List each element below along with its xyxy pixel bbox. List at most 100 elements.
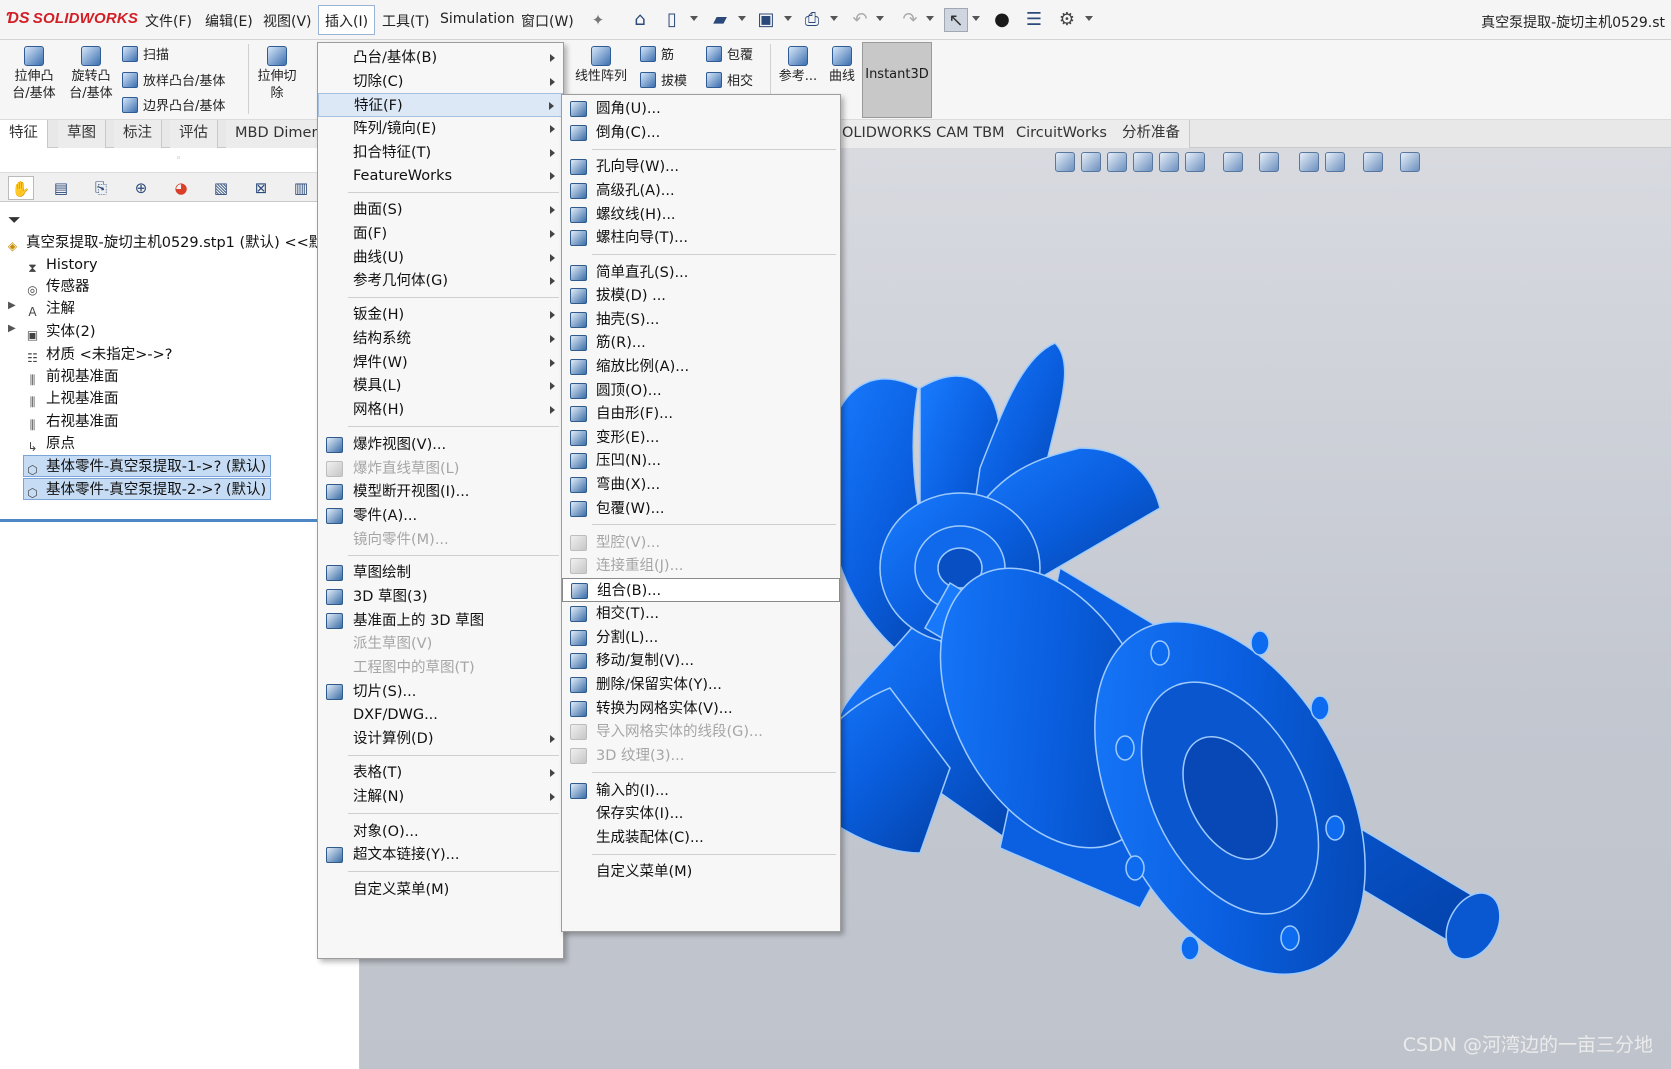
home-icon[interactable]: ⌂ xyxy=(628,8,652,32)
edit-appearance-icon[interactable] xyxy=(1299,152,1319,172)
insert-menu-item[interactable]: 参考几何体(G) xyxy=(318,269,563,293)
new-file-icon[interactable]: ▯ xyxy=(660,8,684,32)
feature-menu-item[interactable]: 螺纹线(H)... xyxy=(562,203,840,227)
redo-icon[interactable]: ↷ xyxy=(898,8,922,32)
insert-menu-item[interactable]: 焊件(W) xyxy=(318,351,563,375)
feature-menu-item[interactable]: 圆顶(O)... xyxy=(562,379,840,403)
feature-menu-item[interactable]: 拔模(D) ... xyxy=(562,284,840,308)
feature-menu-item[interactable]: 删除/保留实体(Y)... xyxy=(562,673,840,697)
pin-icon[interactable]: ✦ xyxy=(586,8,610,32)
insert-menu-item[interactable]: 设计算例(D) xyxy=(318,727,563,751)
tree-item-base-part-1[interactable]: ⬡ 基体零件-真空泵提取-1->? (默认) xyxy=(23,455,272,477)
extrude-cut-button[interactable]: 拉伸切 除 xyxy=(252,46,302,102)
menu-view[interactable]: 视图(V) xyxy=(263,11,312,31)
mbd-tab-icon[interactable]: ⊠ xyxy=(248,176,274,200)
tree-item-top-plane[interactable]: ⫼ 上视基准面 xyxy=(24,388,119,410)
insert-menu-item[interactable]: 工程图中的草图(T) xyxy=(318,656,563,680)
feature-menu-item[interactable]: 包覆(W)... xyxy=(562,497,840,521)
draft-button[interactable]: 拔模 xyxy=(640,70,687,89)
save-dropdown-icon[interactable] xyxy=(784,16,792,22)
open-file-dropdown-icon[interactable] xyxy=(738,16,746,22)
save-icon[interactable]: ▣ xyxy=(754,8,778,32)
zoom-to-area-icon[interactable] xyxy=(1081,152,1101,172)
insert-menu-item[interactable]: DXF/DWG... xyxy=(318,703,563,727)
menu-file[interactable]: 文件(F) xyxy=(145,11,192,31)
display-pane-icon[interactable] xyxy=(1400,152,1420,172)
insert-menu-item[interactable]: 超文本链接(Y)... xyxy=(318,843,563,867)
hide-show-items-icon[interactable] xyxy=(1259,152,1279,172)
insert-menu-item[interactable]: 自定义菜单(M) xyxy=(318,878,563,902)
feature-menu-item[interactable]: 移动/复制(V)... xyxy=(562,649,840,673)
tab-sketch[interactable]: 草图 xyxy=(58,120,106,148)
insert-menu-item[interactable]: 扣合特征(T) xyxy=(318,141,563,165)
insert-menu-item[interactable]: 表格(T) xyxy=(318,761,563,785)
tree-item-solid-bodies[interactable]: ▣ 实体(2) xyxy=(24,321,96,343)
insert-menu-item[interactable]: FeatureWorks xyxy=(318,164,563,188)
options-list-icon[interactable]: ☰ xyxy=(1022,8,1046,32)
insert-menu-item[interactable]: 网格(H) xyxy=(318,398,563,422)
expand-annotations-icon[interactable]: ▶ xyxy=(8,300,16,311)
feature-menu-item[interactable]: 抽壳(S)... xyxy=(562,308,840,332)
print-dropdown-icon[interactable] xyxy=(830,16,838,22)
feature-menu-item[interactable]: 缩放比例(A)... xyxy=(562,355,840,379)
insert-menu-item[interactable]: 爆炸视图(V)... xyxy=(318,433,563,457)
feature-menu-item[interactable]: 连接重组(J)... xyxy=(562,554,840,578)
insert-menu-item[interactable]: 阵列/镜向(E) xyxy=(318,117,563,141)
menu-tools[interactable]: 工具(T) xyxy=(382,11,429,31)
insert-menu-item[interactable]: 结构系统 xyxy=(318,327,563,351)
insert-menu-item[interactable]: 派生草图(V) xyxy=(318,632,563,656)
feature-menu-item[interactable]: 保存实体(I)... xyxy=(562,802,840,826)
tab-mbd-dimensions[interactable]: MBD Dimen xyxy=(226,120,331,148)
feature-menu-item[interactable]: 弯曲(X)... xyxy=(562,473,840,497)
revolve-boss-button[interactable]: 旋转凸 台/基体 xyxy=(66,46,116,102)
undo-dropdown-icon[interactable] xyxy=(876,16,884,22)
curves-button[interactable]: 曲线 xyxy=(824,46,860,85)
insert-menu-item[interactable]: 模型断开视图(I)... xyxy=(318,480,563,504)
reference-geometry-button[interactable]: 参考... xyxy=(774,46,822,85)
insert-menu-item[interactable]: 爆炸直线草图(L) xyxy=(318,457,563,481)
tab-markup[interactable]: 标注 xyxy=(114,120,162,148)
insert-menu-item[interactable]: 镜向零件(M)... xyxy=(318,528,563,552)
insert-menu-item[interactable]: 3D 草图(3) xyxy=(318,585,563,609)
boundary-boss-button[interactable]: 边界凸台/基体 xyxy=(122,95,225,114)
previous-view-icon[interactable] xyxy=(1107,152,1127,172)
intersect-button[interactable]: 相交 xyxy=(706,70,753,89)
feature-menu-item-combine[interactable]: 组合(B)... xyxy=(562,578,840,602)
display-manager-tab-icon[interactable]: ◕ xyxy=(168,176,194,200)
configuration-manager-tab-icon[interactable]: ⎘ xyxy=(88,176,114,200)
insert-menu-item[interactable]: 面(F) xyxy=(318,222,563,246)
filter-icon[interactable]: ⏷ xyxy=(8,210,21,230)
more-tabs-icon[interactable]: ▥ xyxy=(288,176,314,200)
rollback-bar[interactable] xyxy=(0,519,318,522)
insert-menu-item-features[interactable]: 特征(F) xyxy=(318,93,563,117)
rib-button[interactable]: 筋 xyxy=(640,44,674,63)
select-pointer-icon[interactable]: ↖ xyxy=(944,8,968,32)
panel-collapse-handle[interactable]: ◦ xyxy=(176,154,181,164)
insert-menu-item[interactable]: 凸台/基体(B) xyxy=(318,46,563,70)
insert-menu-item[interactable]: 零件(A)... xyxy=(318,504,563,528)
select-dropdown-icon[interactable] xyxy=(972,16,980,22)
insert-menu-item[interactable]: 草图绘制 xyxy=(318,561,563,585)
feature-menu-item[interactable]: 转换为网格实体(V)... xyxy=(562,697,840,721)
apply-scene-icon[interactable] xyxy=(1325,152,1345,172)
insert-menu-item[interactable]: 切除(C) xyxy=(318,70,563,94)
insert-menu-item[interactable]: 曲线(U) xyxy=(318,246,563,270)
tab-evaluate[interactable]: 评估 xyxy=(170,120,218,148)
open-file-icon[interactable]: ▰ xyxy=(708,8,732,32)
gear-dropdown-icon[interactable] xyxy=(1085,16,1093,22)
linear-pattern-button[interactable]: 线性阵列 xyxy=(570,46,632,85)
dimxpert-tab-icon[interactable]: ⊕ xyxy=(128,176,154,200)
tab-circuitworks[interactable]: CircuitWorks xyxy=(1007,120,1117,148)
sweep-button[interactable]: 扫描 xyxy=(122,44,169,63)
tree-root-part[interactable]: ◈ 真空泵提取-旋切主机0529.stp1 (默认) <<默 xyxy=(4,232,323,254)
insert-menu-item[interactable]: 基准面上的 3D 草图 xyxy=(318,609,563,633)
instant3d-button[interactable]: Instant3D xyxy=(862,42,932,118)
tree-item-sensors[interactable]: ◎ 传感器 xyxy=(24,276,89,298)
print-icon[interactable]: ⎙ xyxy=(800,8,824,32)
insert-menu-item[interactable]: 曲面(S) xyxy=(318,198,563,222)
tab-cam-tbm[interactable]: OLIDWORKS CAM TBM xyxy=(832,120,1015,148)
feature-menu-item[interactable]: 相交(T)... xyxy=(562,602,840,626)
insert-menu-item[interactable]: 钣金(H) xyxy=(318,303,563,327)
feature-menu-item[interactable]: 自定义菜单(M) xyxy=(562,860,840,884)
feature-menu-item[interactable]: 压凹(N)... xyxy=(562,449,840,473)
